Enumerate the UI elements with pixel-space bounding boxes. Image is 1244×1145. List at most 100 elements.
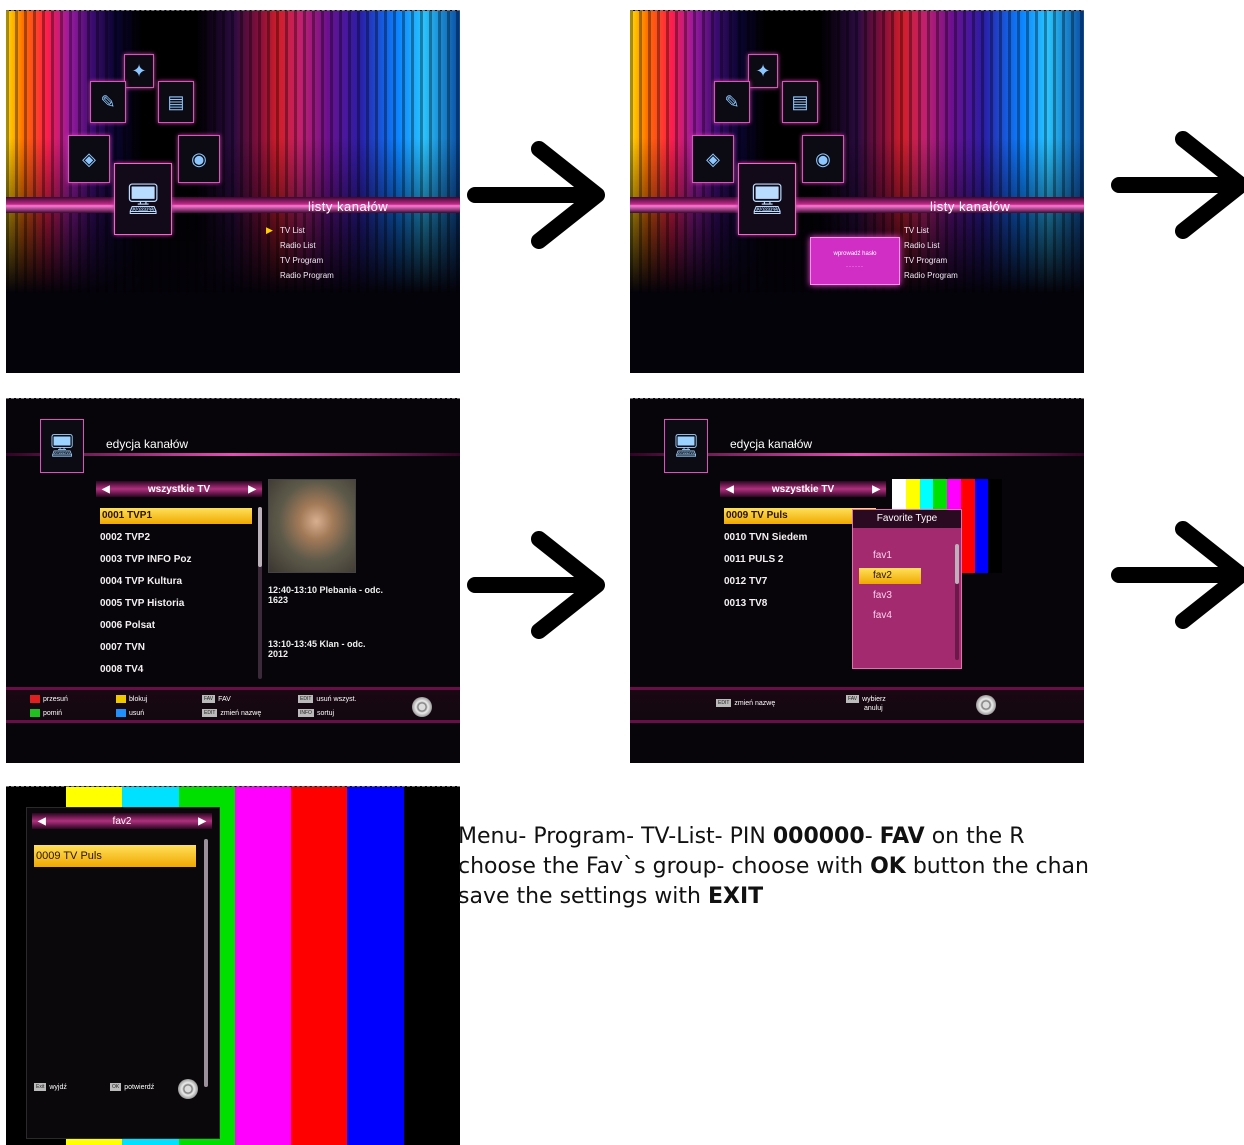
key-rename: EDIT zmień nazwę [716,699,776,707]
key-exit: Exit wyjdź [34,1083,67,1091]
key-fav: FAV FAV [202,695,231,703]
tv-tools-icon[interactable]: ✎ [714,81,750,123]
key-sort: INFO sortuj [298,709,335,717]
submenu-list: ▶ TV List Radio List TV Program Radio Pr… [266,223,334,283]
group-label: wszystkie TV [771,483,835,495]
chevron-left-icon[interactable]: ◀ [726,484,734,495]
screen-pin-entry: ✦ ✎ ▤ ◈ ◉ 🖥 listy kanałów TV List Radio … [630,10,1084,373]
arrow-right-icon [1106,110,1244,260]
media-icon[interactable]: ◈ [692,135,734,183]
list-item[interactable]: 0003 TVP INFO Poz [98,551,250,573]
key-green: pomiń [30,709,62,717]
arrow-right-icon [462,120,612,270]
monitor-icon[interactable]: 🖥 [114,163,172,235]
list-item[interactable]: 0005 TVP Historia [98,595,250,617]
satellite-icon[interactable]: ✦ [124,54,154,88]
key-cancel: anuluj [864,705,883,712]
epg-next: 13:10-13:45 Klan - odc. 2012 [268,639,366,659]
menu-item-tv-program[interactable]: TV Program [904,253,958,268]
key-red: przesuń [30,695,68,703]
list-item[interactable]: 0009 TV Puls [34,845,196,867]
pin-code: 000000 [772,824,865,849]
footer-bar [6,687,460,723]
monitor-icon: 🖥 [664,419,708,473]
list-item[interactable]: 0006 Polsat [98,617,250,639]
color-bar [234,787,292,1145]
fav-option[interactable]: fav2 [859,568,921,584]
chevron-right-icon[interactable]: ▶ [872,484,880,495]
fav-option[interactable]: fav1 [859,548,921,564]
menu-item-radio-list[interactable]: Radio List [280,238,334,253]
fav-option[interactable]: fav3 [859,588,921,604]
ok-key: OK [870,854,906,879]
globe-icon[interactable]: ◉ [802,135,844,183]
screen-fav-list: ◀ fav2 ▶ 0009 TV Puls Exit wyjdź OK potwie… [6,786,460,1145]
epg-now: 12:40-13:10 Plebania - odc. 1623 [268,585,384,605]
dialog-title: Favorite Type [853,510,961,528]
fav-option[interactable]: fav4 [859,608,921,624]
menu-item-radio-program[interactable]: Radio Program [904,268,958,283]
group-selector[interactable]: ◀ wszystkie TV ▶ [720,481,886,497]
menu-item-radio-program[interactable]: Radio Program [280,268,334,283]
monitor-icon: 🖥 [40,419,84,473]
menu-item-tv-program[interactable]: TV Program [280,253,334,268]
monitor-icon[interactable]: 🖥 [738,163,796,235]
screen-favorite-type: 🖥 edycja kanałów ◀ wszystkie TV ▶ 0009 T… [630,398,1084,763]
selection-arrow-icon: ▶ [266,225,273,235]
list-item[interactable]: 0007 TVN [98,639,250,661]
menu-bar [6,197,460,213]
arrow-right-icon [1106,500,1244,650]
key-yellow: blokuj [116,695,147,703]
color-bar [291,787,348,1145]
video-preview [268,479,356,573]
key-fav-select: FAV wybierz [846,695,886,703]
group-selector[interactable]: ◀ wszystkie TV ▶ [96,481,262,497]
key-rename: EDIT zmień nazwę [202,709,262,717]
chevron-right-icon[interactable]: ▶ [248,484,256,495]
navigation-pad-icon [178,1079,198,1099]
footer-bar [630,687,1084,723]
instructions-text: Menu- Program- TV-List- PIN 000000- FAV … [458,824,1089,909]
color-bar [403,787,460,1145]
media-icon[interactable]: ◈ [68,135,110,183]
globe-icon[interactable]: ◉ [178,135,220,183]
color-bar [347,787,404,1145]
tv-tools-icon[interactable]: ✎ [90,81,126,123]
group-label: wszystkie TV [147,483,211,495]
satellite-icon[interactable]: ✦ [748,54,778,88]
list-item[interactable]: 0001 TVP1 [98,507,252,529]
scrollbar-thumb[interactable] [955,544,959,584]
screen-main-menu: ✦ ✎ ▤ ◈ ◉ 🖥 listy kanałów ▶ TV List Radi… [6,10,460,373]
pin-prompt: wprowadź hasło [833,251,877,257]
scrollbar-thumb[interactable] [204,839,208,1087]
pin-input[interactable]: ······ [811,264,899,270]
page-title: edycja kanałów [106,437,189,451]
printer-icon[interactable]: ▤ [158,81,194,123]
chevron-left-icon[interactable]: ◀ [38,816,46,827]
chevron-right-icon[interactable]: ▶ [198,816,206,827]
printer-icon[interactable]: ▤ [782,81,818,123]
list-item[interactable]: 0004 TVP Kultura [98,573,250,595]
exit-key: EXIT [707,884,764,909]
chevron-left-icon[interactable]: ◀ [102,484,110,495]
scrollbar-thumb[interactable] [258,507,262,567]
menu-item-tv-list[interactable]: TV List [280,223,334,238]
group-selector[interactable]: ◀ fav2 ▶ [32,813,212,829]
menu-item-radio-list[interactable]: Radio List [904,238,958,253]
menu-item-tv-list[interactable]: TV List [904,223,958,238]
fav-key: FAV [879,824,925,849]
channel-list: 0001 TVP1 0002 TVP2 0003 TVP INFO Poz 00… [98,507,252,683]
page-title: edycja kanałów [730,437,813,451]
screen-channel-edit: 🖥 edycja kanałów ◀ wszystkie TV ▶ 0001 T… [6,398,460,763]
list-item[interactable]: 0002 TVP2 [98,529,250,551]
pin-dialog[interactable]: wprowadź hasło ······ [810,237,900,285]
favorite-type-dialog[interactable]: Favorite Type fav1 fav2 fav3 fav4 [852,509,962,669]
submenu-list: TV List Radio List TV Program Radio Prog… [904,223,958,283]
key-blue: usuń [116,709,144,717]
menu-title: listy kanałów [930,199,1011,214]
key-ok: OK potwierdź [110,1083,155,1091]
navigation-pad-icon [412,697,432,717]
menu-bar [630,197,1084,213]
list-item[interactable]: 0008 TV4 [98,661,250,683]
navigation-pad-icon [976,695,996,715]
